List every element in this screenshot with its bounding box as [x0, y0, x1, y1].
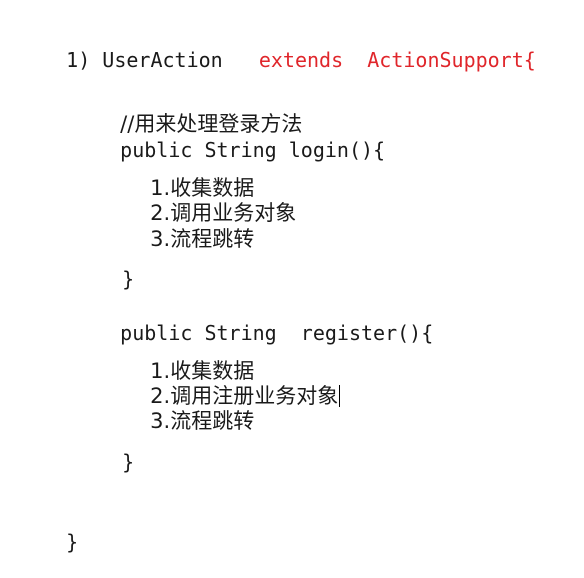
class-close-brace-text: } — [66, 530, 79, 554]
register-close-brace: } — [74, 426, 134, 498]
register-close-brace-text: } — [122, 450, 135, 474]
login-step-3-text: 3.流程跳转 — [150, 227, 255, 251]
class-close-brace: } — [18, 506, 78, 578]
login-close-brace-text: } — [122, 267, 135, 291]
parent-class: ActionSupport{ — [367, 48, 536, 72]
class-declaration-line: 1) UserAction extends ActionSupport{ — [18, 24, 536, 96]
text-cursor — [339, 385, 341, 407]
class-name: 1) UserAction — [66, 48, 223, 72]
extends-keyword: extends — [258, 48, 344, 72]
register-step-3-text: 3.流程跳转 — [150, 409, 255, 433]
